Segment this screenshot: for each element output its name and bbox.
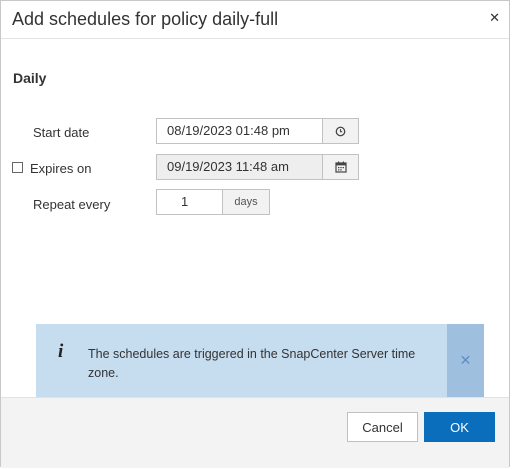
- calendar-icon: [334, 161, 347, 173]
- dialog-footer: Cancel OK: [1, 397, 509, 468]
- info-icon: i: [58, 341, 64, 362]
- expires-on-label: Expires on: [30, 161, 92, 176]
- dialog-title: Add schedules for policy daily-full: [12, 9, 279, 29]
- expires-on-picker-button[interactable]: [323, 154, 359, 180]
- start-date-input[interactable]: 08/19/2023 01:48 pm: [156, 118, 323, 144]
- close-icon[interactable]: ✕: [489, 10, 500, 26]
- start-date-label: Start date: [33, 125, 90, 140]
- info-banner: i The schedules are triggered in the Sna…: [36, 324, 484, 397]
- expires-on-input[interactable]: 09/19/2023 11:48 am: [156, 154, 323, 180]
- add-schedules-dialog: Add schedules for policy daily-full ✕ Da…: [0, 0, 510, 468]
- cancel-button[interactable]: Cancel: [347, 412, 418, 442]
- clock-icon: [335, 126, 346, 136]
- expires-on-checkbox[interactable]: [12, 162, 23, 173]
- info-message: The schedules are triggered in the SnapC…: [88, 347, 416, 380]
- dialog-header: Add schedules for policy daily-full ✕: [1, 1, 509, 39]
- ok-button[interactable]: OK: [424, 412, 495, 442]
- repeat-every-label: Repeat every: [33, 197, 111, 212]
- repeat-every-input[interactable]: 1: [156, 189, 223, 215]
- start-date-picker-button[interactable]: [323, 118, 359, 144]
- repeat-unit-label: days: [223, 189, 270, 215]
- close-icon[interactable]: ✕: [447, 324, 484, 397]
- section-title: Daily: [13, 70, 47, 86]
